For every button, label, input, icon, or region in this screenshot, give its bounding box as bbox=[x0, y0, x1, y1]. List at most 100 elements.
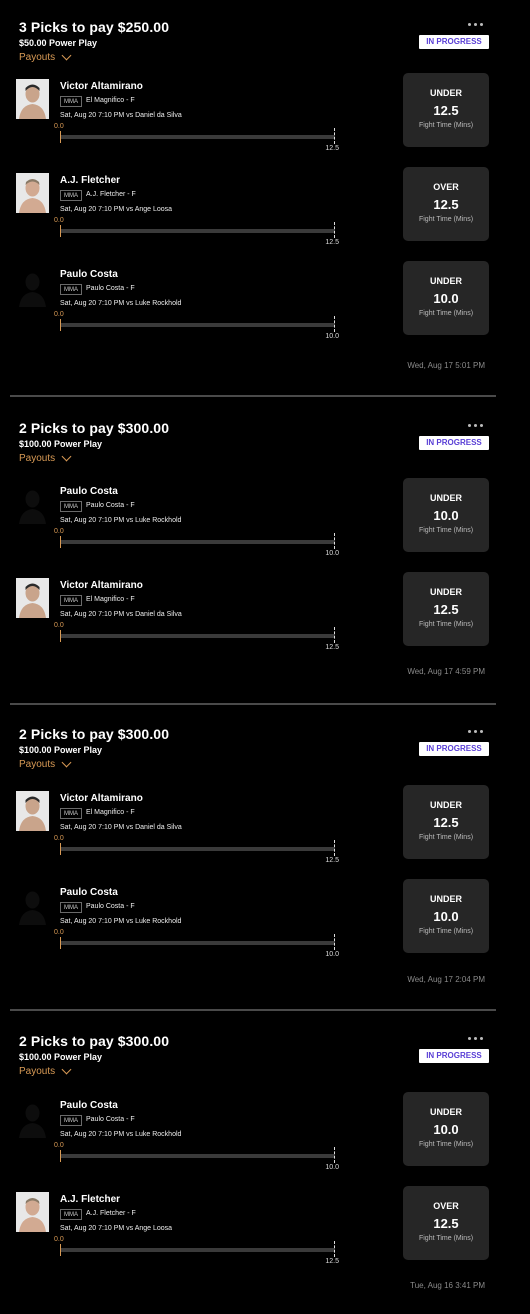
player-name: Victor Altamirano bbox=[60, 793, 143, 804]
stat-type: Fight Time (Mins) bbox=[418, 216, 474, 223]
lineup-title: 2 Picks to pay $300.00 bbox=[19, 726, 170, 742]
player-position: Paulo Costa - F bbox=[86, 903, 135, 910]
player-position: Paulo Costa - F bbox=[86, 285, 135, 292]
game-info: Sat, Aug 20 7:10 PM vs Ange Loosa bbox=[60, 206, 173, 213]
projection-box[interactable]: UNDER 10.0 Fight Time (Mins) bbox=[403, 879, 489, 953]
league-badge: MMA bbox=[60, 190, 82, 201]
line-marker bbox=[334, 316, 335, 332]
line-label: 10.0 bbox=[325, 1164, 339, 1171]
pick-row: Paulo Costa MMA Paulo Costa - F Sat, Aug… bbox=[0, 1092, 530, 1176]
game-info: Sat, Aug 20 7:10 PM vs Daniel da Silva bbox=[60, 112, 182, 119]
pick-row: A.J. Fletcher MMA A.J. Fletcher - F Sat,… bbox=[0, 1186, 530, 1270]
pick-row: Victor Altamirano MMA El Magnifico - F S… bbox=[0, 785, 530, 869]
player-name: Paulo Costa bbox=[60, 486, 118, 497]
pick-row: Paulo Costa MMA Paulo Costa - F Sat, Aug… bbox=[0, 478, 530, 562]
line-marker bbox=[334, 533, 335, 549]
status-badge: IN PROGRESS bbox=[419, 436, 489, 450]
progress-start-marker bbox=[60, 319, 61, 331]
pick-direction: UNDER bbox=[429, 276, 462, 286]
more-options-icon[interactable] bbox=[468, 730, 483, 733]
pick-direction: UNDER bbox=[429, 493, 462, 503]
progress-start-marker bbox=[60, 536, 61, 548]
pick-line-value: 12.5 bbox=[433, 1216, 459, 1231]
league-badge: MMA bbox=[60, 595, 82, 606]
player-name: A.J. Fletcher bbox=[60, 1194, 121, 1205]
stat-type: Fight Time (Mins) bbox=[418, 527, 474, 534]
pick-row: A.J. Fletcher MMA A.J. Fletcher - F Sat,… bbox=[0, 167, 530, 251]
pick-direction: OVER bbox=[433, 1201, 459, 1211]
card-divider bbox=[10, 1009, 496, 1011]
league-badge: MMA bbox=[60, 284, 82, 295]
card-divider bbox=[10, 395, 496, 397]
game-info: Sat, Aug 20 7:10 PM vs Daniel da Silva bbox=[60, 611, 182, 618]
current-value: 0.0 bbox=[54, 1142, 64, 1149]
player-avatar bbox=[16, 79, 49, 119]
league-badge: MMA bbox=[60, 501, 82, 512]
progress-track bbox=[61, 847, 334, 851]
more-options-icon[interactable] bbox=[468, 23, 483, 26]
player-avatar bbox=[16, 1192, 49, 1232]
progress-track bbox=[61, 323, 334, 327]
league-badge: MMA bbox=[60, 1209, 82, 1220]
more-options-icon[interactable] bbox=[468, 1037, 483, 1040]
projection-box[interactable]: UNDER 10.0 Fight Time (Mins) bbox=[403, 1092, 489, 1166]
stat-type: Fight Time (Mins) bbox=[418, 1141, 474, 1148]
projection-box[interactable]: UNDER 12.5 Fight Time (Mins) bbox=[403, 73, 489, 147]
pick-line-value: 10.0 bbox=[433, 909, 459, 924]
progress-start-marker bbox=[60, 937, 61, 949]
pick-row: Victor Altamirano MMA El Magnifico - F S… bbox=[0, 572, 530, 656]
progress-start-marker bbox=[60, 843, 61, 855]
projection-box[interactable]: UNDER 12.5 Fight Time (Mins) bbox=[403, 785, 489, 859]
player-position: El Magnifico - F bbox=[86, 97, 135, 104]
league-badge: MMA bbox=[60, 96, 82, 107]
pick-row: Paulo Costa MMA Paulo Costa - F Sat, Aug… bbox=[0, 261, 530, 345]
player-avatar bbox=[16, 173, 49, 213]
player-avatar bbox=[16, 1098, 49, 1138]
timestamp: Tue, Aug 16 3:41 PM bbox=[410, 1281, 485, 1290]
pick-line-value: 12.5 bbox=[433, 602, 459, 617]
progress-track bbox=[61, 1154, 334, 1158]
progress-start-marker bbox=[60, 225, 61, 237]
pick-direction: UNDER bbox=[429, 587, 462, 597]
payouts-toggle[interactable]: Payouts bbox=[19, 757, 72, 770]
timestamp: Wed, Aug 17 5:01 PM bbox=[407, 361, 485, 370]
current-value: 0.0 bbox=[54, 528, 64, 535]
progress-start-marker bbox=[60, 1150, 61, 1162]
payouts-toggle[interactable]: Payouts bbox=[19, 50, 72, 63]
pick-line-value: 10.0 bbox=[433, 508, 459, 523]
progress-track bbox=[61, 229, 334, 233]
status-badge: IN PROGRESS bbox=[419, 1049, 489, 1063]
progress-start-marker bbox=[60, 1244, 61, 1256]
line-marker bbox=[334, 1147, 335, 1163]
game-info: Sat, Aug 20 7:10 PM vs Luke Rockhold bbox=[60, 517, 182, 524]
player-position: El Magnifico - F bbox=[86, 809, 135, 816]
projection-box[interactable]: UNDER 10.0 Fight Time (Mins) bbox=[403, 261, 489, 335]
stat-type: Fight Time (Mins) bbox=[418, 122, 474, 129]
current-value: 0.0 bbox=[54, 835, 64, 842]
line-label: 12.5 bbox=[325, 644, 339, 651]
progress-track bbox=[61, 941, 334, 945]
pick-direction: UNDER bbox=[429, 1107, 462, 1117]
more-options-icon[interactable] bbox=[468, 424, 483, 427]
player-name: Paulo Costa bbox=[60, 1100, 118, 1111]
lineup-entry-type: $50.00 Power Play bbox=[19, 38, 98, 48]
pick-line-value: 12.5 bbox=[433, 103, 459, 118]
player-position: Paulo Costa - F bbox=[86, 1116, 135, 1123]
progress-track bbox=[61, 540, 334, 544]
player-avatar bbox=[16, 791, 49, 831]
projection-box[interactable]: UNDER 12.5 Fight Time (Mins) bbox=[403, 572, 489, 646]
player-avatar bbox=[16, 885, 49, 925]
payouts-toggle[interactable]: Payouts bbox=[19, 1064, 72, 1077]
projection-box[interactable]: OVER 12.5 Fight Time (Mins) bbox=[403, 167, 489, 241]
player-position: A.J. Fletcher - F bbox=[86, 1210, 136, 1217]
payouts-toggle[interactable]: Payouts bbox=[19, 451, 72, 464]
card-divider bbox=[10, 703, 496, 705]
lineup-title: 3 Picks to pay $250.00 bbox=[19, 19, 170, 35]
chevron-down-icon bbox=[61, 50, 72, 61]
progress-track bbox=[61, 1248, 334, 1252]
projection-box[interactable]: OVER 12.5 Fight Time (Mins) bbox=[403, 1186, 489, 1260]
timestamp: Wed, Aug 17 4:59 PM bbox=[407, 667, 485, 676]
line-label: 12.5 bbox=[325, 1258, 339, 1265]
projection-box[interactable]: UNDER 10.0 Fight Time (Mins) bbox=[403, 478, 489, 552]
line-label: 10.0 bbox=[325, 550, 339, 557]
